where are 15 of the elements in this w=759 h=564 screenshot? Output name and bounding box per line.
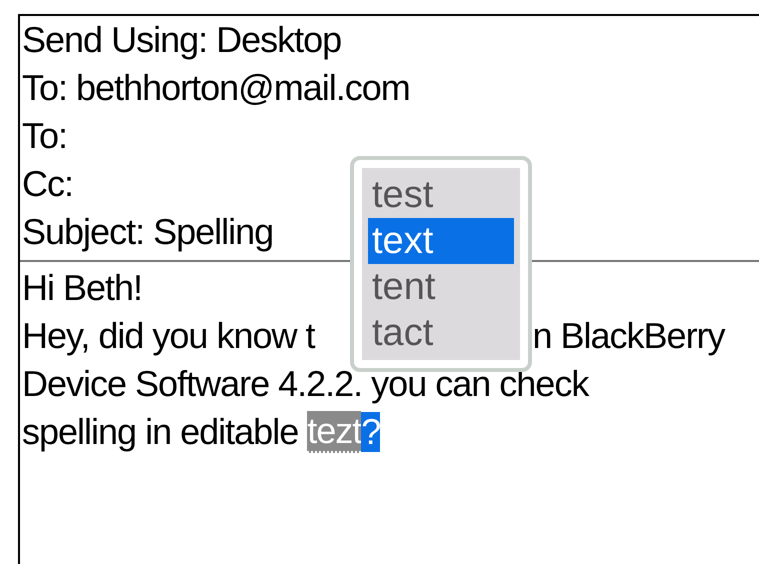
text-cursor: ? [361,412,380,452]
header-field[interactable]: Cc: [22,160,73,208]
body-text: spelling in editable [22,410,300,454]
body-text: Hi Beth! [22,266,142,310]
body-text: Hey, did you know t [22,314,314,358]
suggestion-item[interactable]: text [368,218,514,264]
body-text: Device Software 4.2.2. you can check [22,362,588,406]
header-field[interactable]: To: bethhorton@mail.com [22,64,410,112]
header-field[interactable]: Subject: Spelling [22,208,274,256]
header-field[interactable]: To: [22,112,68,160]
suggestion-item[interactable]: tact [368,310,514,356]
header-field[interactable]: Send Using: Desktop [22,16,342,64]
body-text: n BlackBerry [532,314,725,358]
suggestion-item[interactable]: tent [368,264,514,310]
suggestion-item[interactable]: test [368,172,514,218]
